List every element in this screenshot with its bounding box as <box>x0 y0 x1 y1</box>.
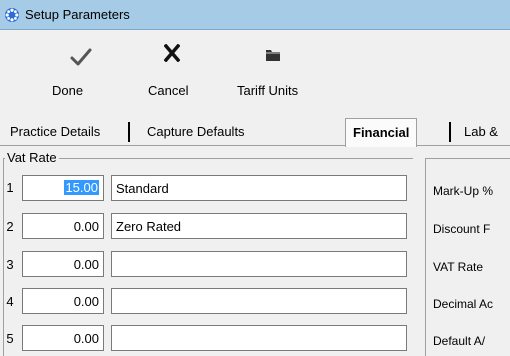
discount-label: Discount F <box>433 222 491 236</box>
vat-rate-input[interactable] <box>22 288 104 314</box>
vat-description-input[interactable] <box>111 213 407 239</box>
selected-text: 15.00 <box>64 180 99 195</box>
row-number: 3 <box>6 257 14 272</box>
vat-rate-input[interactable] <box>22 325 104 351</box>
tab-capture-defaults[interactable]: Capture Defaults <box>140 118 252 146</box>
tab-financial[interactable]: Financial <box>345 118 418 147</box>
checkmark-icon <box>70 48 92 66</box>
x-icon <box>164 44 180 62</box>
cancel-button[interactable]: Cancel <box>140 30 210 115</box>
done-label: Done <box>52 83 84 98</box>
folder-icon <box>266 50 280 61</box>
tab-lab[interactable]: Lab & <box>457 118 505 146</box>
vat-rate-label: VAT Rate <box>433 260 484 274</box>
default-account-label: Default A/ <box>433 334 486 348</box>
tab-strip: Practice Details Capture Defaults Financ… <box>0 118 510 147</box>
cancel-label: Cancel <box>148 83 189 98</box>
vat-rate-legend: Vat Rate <box>5 150 59 165</box>
vat-description-input[interactable] <box>111 251 407 277</box>
window-title: Setup Parameters <box>25 7 130 22</box>
row-number: 1 <box>6 180 14 195</box>
tariff-units-button[interactable]: Tariff Units <box>232 30 322 115</box>
vat-description-input[interactable] <box>111 175 407 201</box>
vat-rate-input[interactable]: 15.00 <box>22 175 104 201</box>
tab-separator <box>449 122 451 142</box>
decimal-label: Decimal Ac <box>433 297 494 311</box>
title-bar: Setup Parameters <box>0 0 510 30</box>
tab-practice-details[interactable]: Practice Details <box>3 118 107 146</box>
vat-rate-input[interactable] <box>22 251 104 277</box>
gear-icon <box>5 8 19 22</box>
markup-label: Mark-Up % <box>433 184 494 198</box>
vat-description-input[interactable] <box>111 325 407 351</box>
row-number: 2 <box>6 219 14 234</box>
tab-separator <box>128 122 130 142</box>
done-button[interactable]: Done <box>50 30 110 115</box>
vat-description-input[interactable] <box>111 288 407 314</box>
tariff-units-label: Tariff Units <box>237 83 299 98</box>
vat-rate-input[interactable] <box>22 213 104 239</box>
row-number: 5 <box>6 331 14 346</box>
toolbar: Done Cancel Tariff Units <box>0 30 510 118</box>
row-number: 4 <box>6 294 14 309</box>
